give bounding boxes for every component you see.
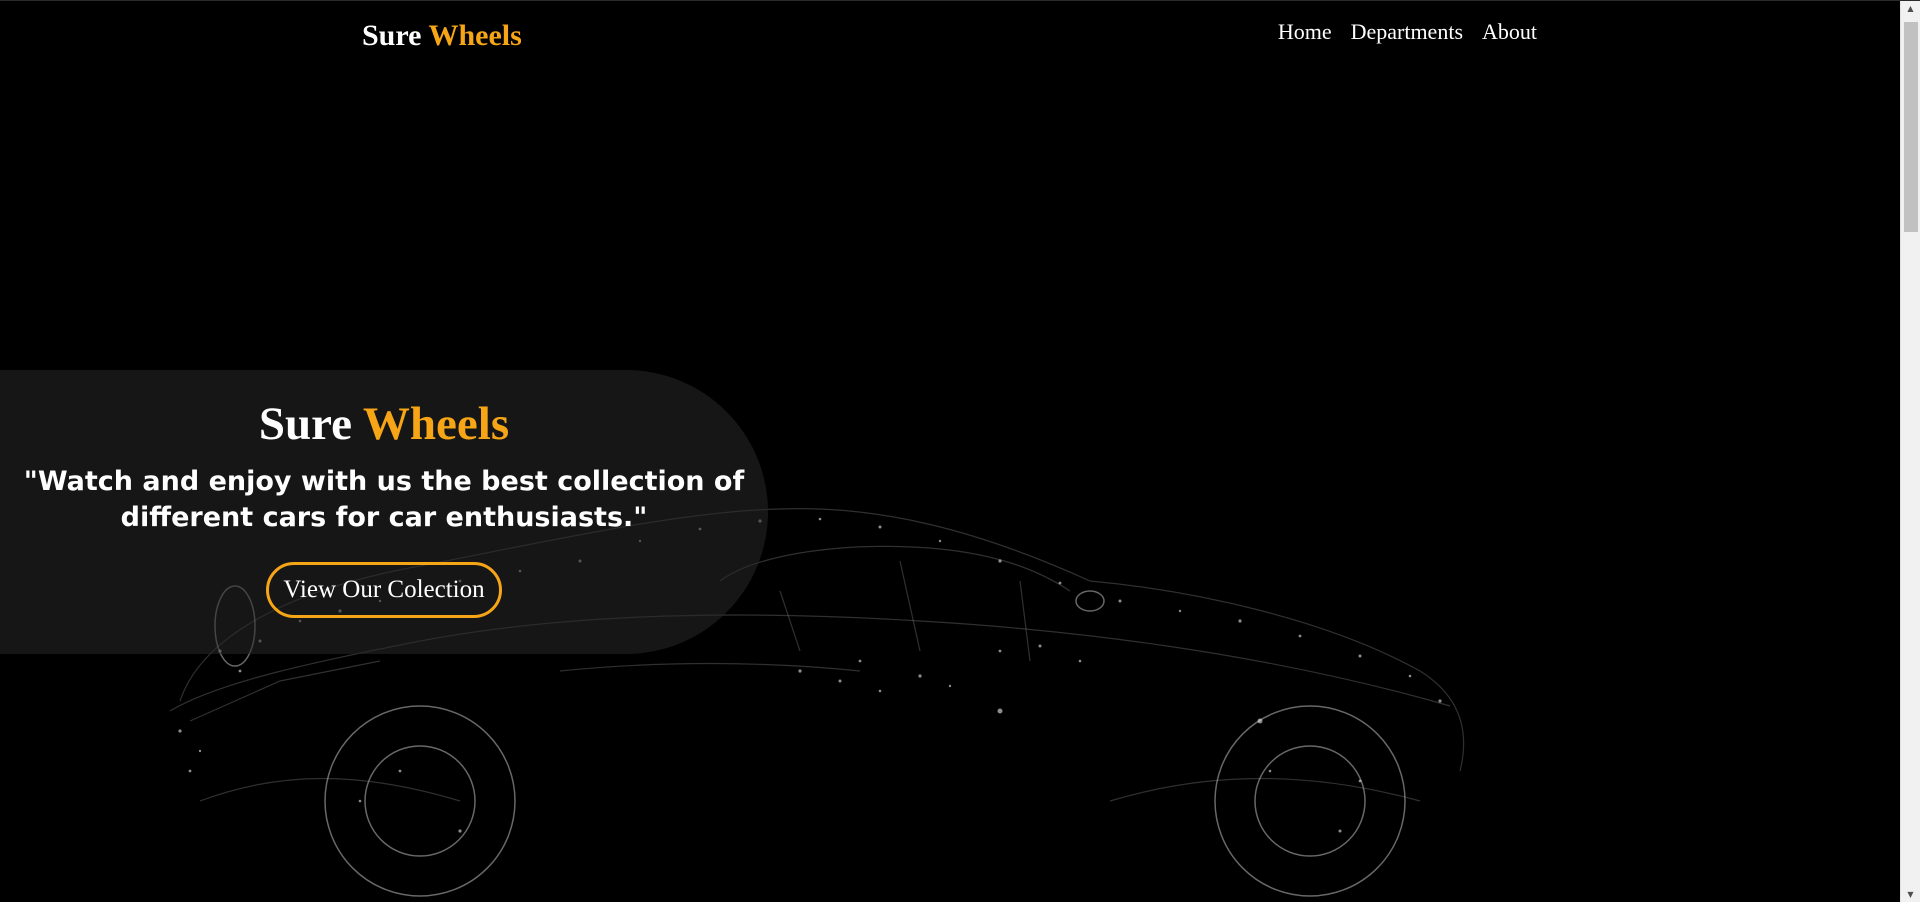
logo-brand-first: Sure [362, 19, 422, 52]
hero-title-first: Sure [258, 398, 353, 450]
scrollbar-thumb[interactable] [1904, 22, 1918, 232]
hero-card: Sure Wheels "Watch and enjoy with us the… [0, 370, 768, 654]
view-collection-button[interactable]: View Our Colection [266, 562, 502, 618]
nav-about-link[interactable]: About [1482, 19, 1537, 45]
scroll-up-arrow-icon[interactable]: ▲ [1901, 1, 1920, 17]
hero-tagline: "Watch and enjoy with us the best collec… [23, 466, 745, 533]
logo-brand-second: Wheels [428, 19, 522, 52]
scroll-down-arrow-icon[interactable]: ▼ [1901, 887, 1920, 902]
landing-page: Sure Wheels Home Departments About Sure … [0, 0, 1920, 902]
nav-home-link[interactable]: Home [1278, 19, 1332, 45]
nav-departments-link[interactable]: Departments [1351, 19, 1463, 45]
hero-title: Sure Wheels [18, 396, 750, 452]
page-scrollbar[interactable]: ▲ ▼ [1900, 1, 1920, 902]
site-logo[interactable]: Sure Wheels [362, 19, 522, 53]
main-nav: Home Departments About [1278, 19, 1537, 45]
hero-title-second: Wheels [362, 398, 510, 450]
